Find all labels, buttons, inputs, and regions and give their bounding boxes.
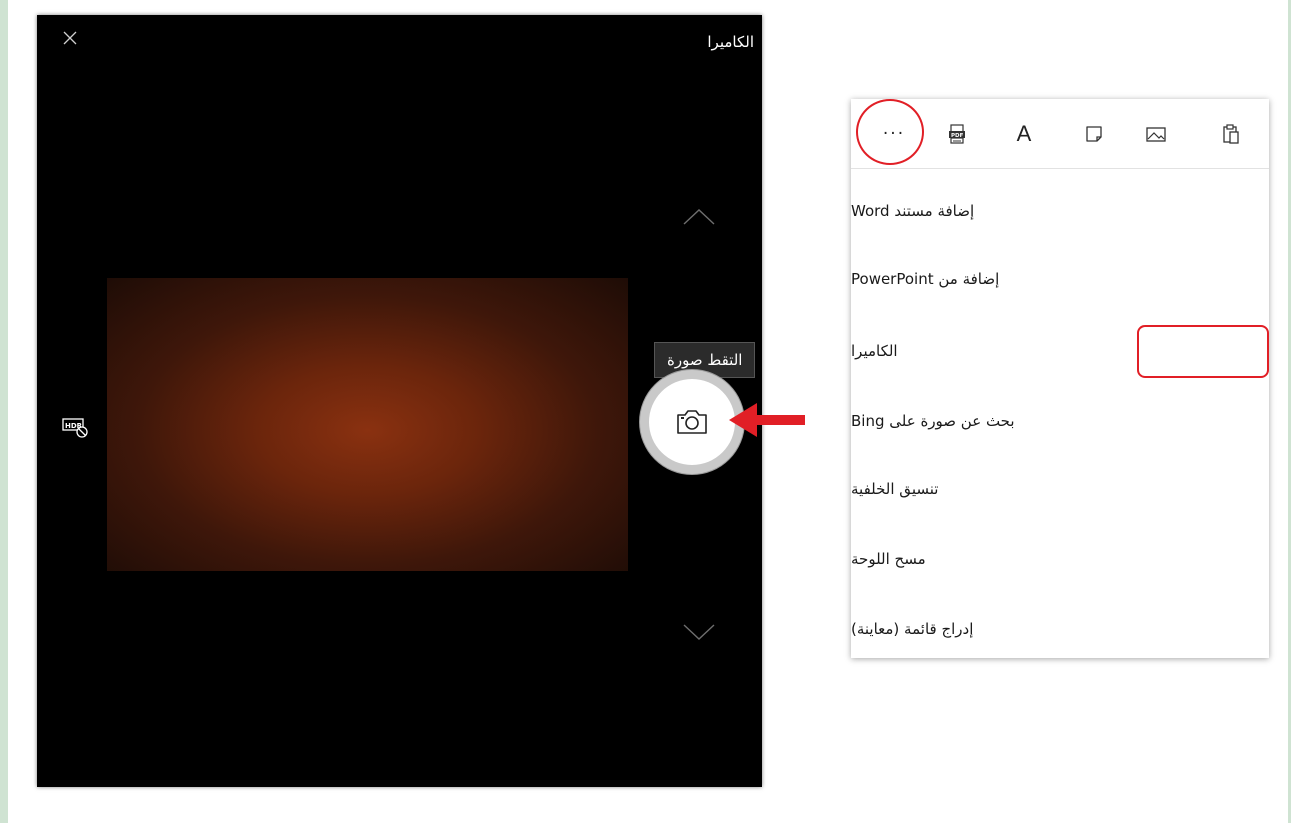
menu-item-label: إضافة مستند Word	[851, 202, 975, 220]
shutter-inner	[649, 379, 735, 465]
menu-item-label: مسح اللوحة	[851, 550, 926, 568]
menu-item-add-word-document[interactable]: إضافة مستند Word	[851, 191, 1269, 231]
menu-item-label: الكاميرا	[851, 342, 898, 360]
insert-pdf-button[interactable]: PDF	[942, 119, 972, 149]
chevron-down-icon[interactable]	[682, 623, 716, 641]
menu-item-bing-image-search[interactable]: بحث عن صورة على Bing	[851, 401, 1269, 441]
camera-preview	[107, 278, 628, 571]
menu-toolbar: ··· PDF A	[851, 99, 1269, 169]
menu-item-add-from-powerpoint[interactable]: إضافة من PowerPoint	[851, 259, 1269, 299]
sticky-note-icon	[1086, 126, 1102, 142]
chevron-up-icon[interactable]	[682, 208, 716, 226]
menu-item-insert-list-preview[interactable]: إدراج قائمة (معاينة)	[851, 609, 1269, 649]
text-icon: A	[1016, 121, 1032, 146]
camera-icon	[677, 410, 707, 434]
menu-item-format-background[interactable]: تنسيق الخلفية	[851, 469, 1269, 509]
menu-item-label: إدراج قائمة (معاينة)	[851, 620, 974, 638]
insert-image-button[interactable]	[1141, 119, 1171, 149]
more-options-button[interactable]: ···	[864, 117, 924, 151]
paste-icon	[1223, 124, 1239, 144]
more-icon: ···	[882, 123, 906, 144]
annotation-arrow	[727, 400, 807, 440]
insert-text-button[interactable]: A	[1009, 119, 1039, 149]
camera-title: الكاميرا	[707, 33, 754, 51]
menu-item-clear-canvas[interactable]: مسح اللوحة	[851, 539, 1269, 579]
close-icon[interactable]	[61, 29, 79, 47]
menu-item-label: إضافة من PowerPoint	[851, 270, 1000, 288]
insert-sticky-note-button[interactable]	[1079, 119, 1109, 149]
camera-window: الكاميرا HDR التقط صورة	[37, 15, 762, 787]
menu-item-label: تنسيق الخلفية	[851, 480, 939, 498]
pdf-icon: PDF	[949, 124, 965, 144]
paste-button[interactable]	[1216, 119, 1246, 149]
menu-item-camera[interactable]: الكاميرا	[851, 331, 1269, 371]
hdr-off-icon[interactable]: HDR	[61, 415, 91, 441]
window-frame-left	[0, 0, 8, 823]
insert-menu: ··· PDF A إضافة مستند Word إضافة من Powe…	[851, 99, 1269, 658]
image-icon	[1146, 127, 1166, 142]
menu-item-label: بحث عن صورة على Bing	[851, 412, 1015, 430]
